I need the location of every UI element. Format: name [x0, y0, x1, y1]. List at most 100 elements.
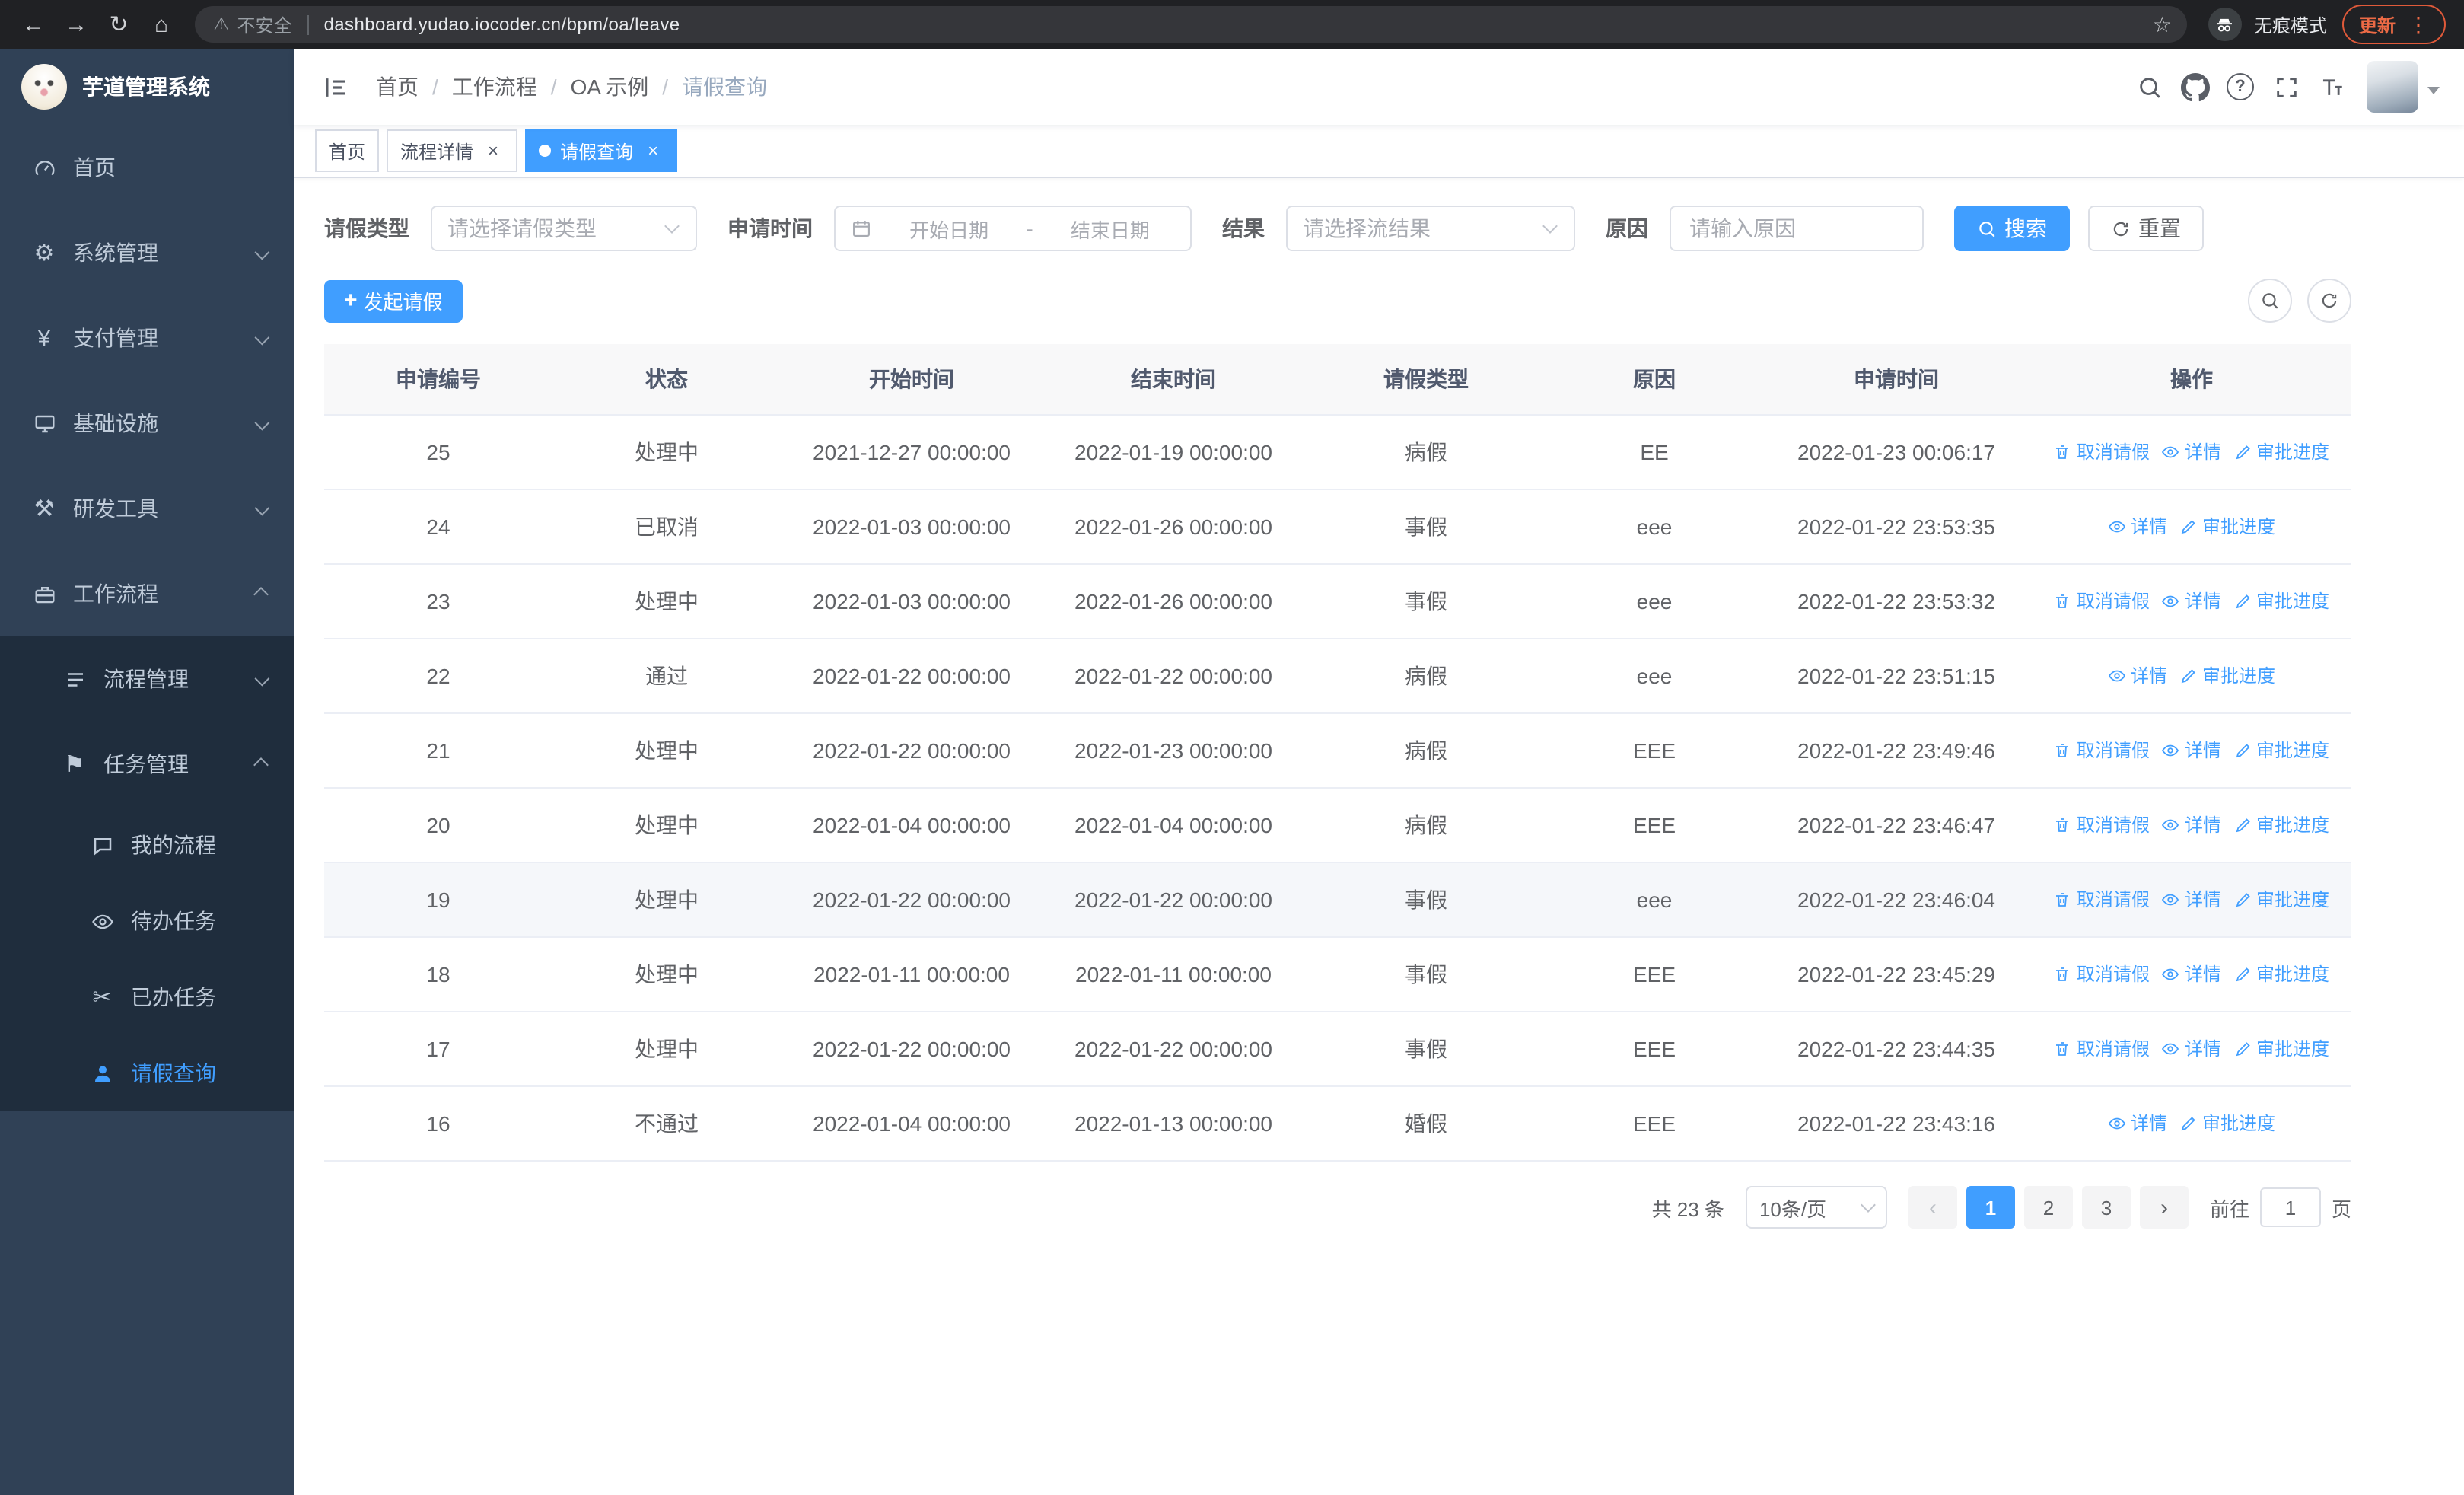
result-select[interactable]: 请选择流结果 — [1286, 206, 1575, 251]
font-size-icon[interactable] — [2309, 64, 2354, 110]
cell-start-time: 2022-01-11 00:00:00 — [781, 937, 1043, 1012]
help-icon[interactable]: ? — [2217, 64, 2263, 110]
page-button-1[interactable]: 1 — [1966, 1186, 2015, 1229]
sidebar-item[interactable]: 流程管理 — [0, 636, 294, 722]
cancel-action-link[interactable]: 取消请假 — [2054, 738, 2150, 763]
progress-action-link[interactable]: 审批进度 — [2233, 588, 2329, 614]
next-page-button[interactable]: › — [2139, 1186, 2189, 1229]
user-avatar[interactable] — [2367, 61, 2418, 113]
detail-action-link[interactable]: 详情 — [2108, 514, 2167, 540]
browser-update-chip[interactable]: 更新 ⋮ — [2341, 5, 2446, 44]
reset-button[interactable]: 重置 — [2088, 206, 2204, 251]
sidebar-collapse-button[interactable] — [312, 64, 358, 110]
browser-home-button[interactable]: ⌂ — [140, 3, 183, 46]
progress-action-link[interactable]: 审批进度 — [2233, 961, 2329, 987]
result-label: 结果 — [1222, 216, 1265, 241]
page-button-2[interactable]: 2 — [2023, 1186, 2073, 1229]
sidebar-item[interactable]: ⚙ 系统管理 — [0, 210, 294, 295]
tab[interactable]: 首页 — [315, 129, 380, 172]
progress-action-link[interactable]: 审批进度 — [2233, 887, 2329, 913]
end-date-placeholder[interactable]: 结束日期 — [1046, 214, 1175, 243]
tab[interactable]: 流程详情 × — [387, 129, 518, 172]
cell-end-time: 2022-01-11 00:00:00 — [1043, 937, 1304, 1012]
infrastructure-icon — [30, 412, 58, 435]
bookmark-star-icon[interactable]: ☆ — [2153, 14, 2172, 35]
breadcrumb-item[interactable]: OA 示例 — [571, 72, 649, 102]
progress-action-link[interactable]: 审批进度 — [2233, 738, 2329, 763]
chevron-down-icon — [254, 329, 270, 345]
progress-action-link[interactable]: 审批进度 — [2233, 439, 2329, 465]
progress-action-link[interactable]: 审批进度 — [2179, 514, 2275, 540]
create-leave-button[interactable]: + 发起请假 — [324, 279, 463, 322]
chevron-up-icon — [253, 757, 269, 772]
browser-menu-icon[interactable]: ⋮ — [2408, 14, 2429, 35]
leave-type-select[interactable]: 请选择请假类型 — [431, 206, 697, 251]
goto-page-input[interactable] — [2259, 1187, 2321, 1227]
close-icon[interactable]: × — [482, 140, 504, 161]
detail-action-link[interactable]: 详情 — [2108, 663, 2167, 689]
detail-action-link[interactable]: 详情 — [2162, 738, 2221, 763]
detail-action-link[interactable]: 详情 — [2162, 887, 2221, 913]
sidebar-item[interactable]: 请假查询 — [0, 1035, 294, 1111]
progress-action-link[interactable]: 审批进度 — [2233, 812, 2329, 838]
breadcrumb-item[interactable]: 工作流程 — [452, 72, 537, 102]
detail-action-link[interactable]: 详情 — [2162, 588, 2221, 614]
apply-time-range-picker[interactable]: 开始日期 - 结束日期 — [834, 206, 1192, 251]
progress-action-link[interactable]: 审批进度 — [2179, 663, 2275, 689]
detail-action-link[interactable]: 详情 — [2162, 1036, 2221, 1062]
close-icon[interactable]: × — [642, 140, 664, 161]
view-icon — [2162, 741, 2180, 760]
reason-input[interactable] — [1671, 216, 1922, 241]
security-indicator[interactable]: ⚠ 不安全 — [213, 11, 292, 37]
browser-back-button[interactable]: ← — [12, 3, 55, 46]
header-search-icon[interactable] — [2126, 64, 2172, 110]
pen-icon — [2233, 443, 2252, 461]
search-button[interactable]: 搜索 — [1954, 206, 2070, 251]
browser-reload-button[interactable]: ↻ — [97, 3, 140, 46]
calendar-icon — [851, 218, 872, 239]
sidebar-item[interactable]: ✂ 已办任务 — [0, 959, 294, 1035]
sidebar-item[interactable]: 工作流程 — [0, 551, 294, 636]
page-size-select[interactable]: 10条/页 — [1745, 1186, 1887, 1229]
progress-action-link[interactable]: 审批进度 — [2179, 1111, 2275, 1136]
detail-action-link[interactable]: 详情 — [2162, 961, 2221, 987]
address-bar[interactable]: ⚠ 不安全 dashboard.yudao.iocoder.cn/bpm/oa/… — [195, 6, 2187, 43]
cell-status: 不通过 — [552, 1086, 781, 1162]
sidebar-item[interactable]: 基础设施 — [0, 381, 294, 466]
sidebar-item[interactable]: 首页 — [0, 125, 294, 210]
breadcrumb-item[interactable]: 首页 — [376, 72, 419, 102]
prev-page-button[interactable]: ‹ — [1908, 1186, 1957, 1229]
avatar-dropdown-caret[interactable] — [2427, 86, 2440, 100]
detail-action-link[interactable]: 详情 — [2108, 1111, 2167, 1136]
cell-apply-time: 2022-01-22 23:53:35 — [1761, 489, 2032, 565]
trash-icon — [2054, 816, 2072, 834]
cancel-action-link[interactable]: 取消请假 — [2054, 588, 2150, 614]
url-text[interactable]: dashboard.yudao.iocoder.cn/bpm/oa/leave — [324, 14, 2147, 35]
page-button-3[interactable]: 3 — [2081, 1186, 2131, 1229]
detail-action-link[interactable]: 详情 — [2162, 812, 2221, 838]
chevron-down-icon — [664, 218, 680, 234]
refresh-table-button[interactable] — [2307, 279, 2351, 323]
fullscreen-icon[interactable] — [2263, 64, 2309, 110]
github-icon[interactable] — [2172, 64, 2217, 110]
column-header: 操作 — [2032, 344, 2351, 416]
detail-action-link[interactable]: 详情 — [2162, 439, 2221, 465]
tab[interactable]: 请假查询 × — [525, 129, 678, 172]
cancel-action-link[interactable]: 取消请假 — [2054, 887, 2150, 913]
app-logo[interactable]: 芋道管理系统 — [0, 49, 294, 125]
browser-forward-button[interactable]: → — [55, 3, 97, 46]
sidebar-item[interactable]: ⚑ 任务管理 — [0, 722, 294, 807]
cancel-action-link[interactable]: 取消请假 — [2054, 1036, 2150, 1062]
sidebar-item[interactable]: 待办任务 — [0, 883, 294, 959]
start-date-placeholder[interactable]: 开始日期 — [884, 214, 1014, 243]
sidebar-item[interactable]: 我的流程 — [0, 807, 294, 883]
sidebar-item[interactable]: ¥ 支付管理 — [0, 295, 294, 381]
cancel-action-link[interactable]: 取消请假 — [2054, 812, 2150, 838]
sidebar-item[interactable]: ⚒ 研发工具 — [0, 466, 294, 551]
toggle-search-button[interactable] — [2248, 279, 2292, 323]
cell-actions: 详情 审批进度 — [2032, 639, 2351, 714]
progress-action-link[interactable]: 审批进度 — [2233, 1036, 2329, 1062]
cancel-action-link[interactable]: 取消请假 — [2054, 961, 2150, 987]
cell-start-time: 2022-01-22 00:00:00 — [781, 639, 1043, 714]
cancel-action-link[interactable]: 取消请假 — [2054, 439, 2150, 465]
